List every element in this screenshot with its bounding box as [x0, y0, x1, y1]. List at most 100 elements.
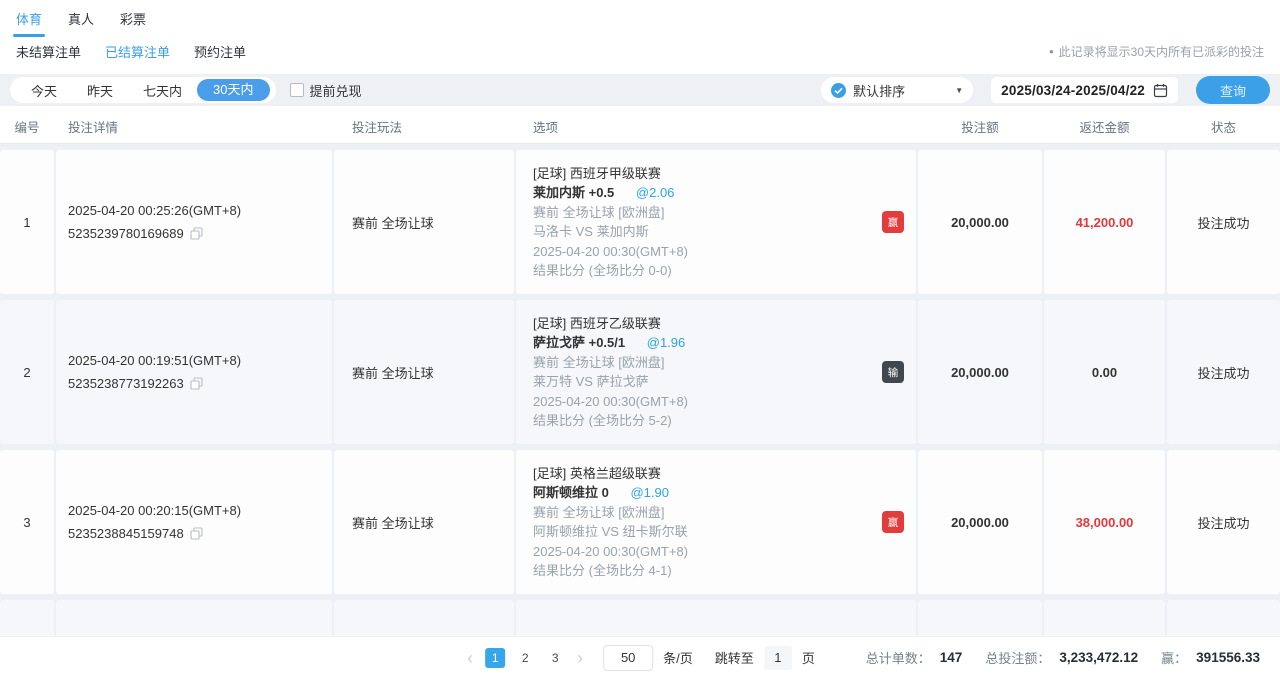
pick-selection: 阿斯顿维拉 0 — [533, 485, 609, 500]
total-win-value: 391556.33 — [1196, 650, 1260, 665]
market-info: 赛前 全场让球 [欧洲盘] — [533, 203, 916, 223]
search-button[interactable]: 查询 — [1196, 76, 1270, 104]
sub-tab-bar: 未结算注单 已结算注单 预约注单 • 此记录将显示30天内所有已派彩的投注 — [0, 36, 1280, 66]
record-note: • 此记录将显示30天内所有已派彩的投注 — [1049, 43, 1264, 60]
date-range-value: 2025/03/24-2025/04/22 — [1001, 83, 1145, 98]
pick-selection: 萨拉戈萨 +0.5/1 — [533, 335, 625, 350]
page-button-1[interactable]: 1 — [485, 648, 505, 668]
bet-status: 投注成功 — [1167, 300, 1280, 444]
tab-settled-bets[interactable]: 已结算注单 — [105, 42, 170, 61]
tab-lottery[interactable]: 彩票 — [120, 9, 146, 28]
header-number: 编号 — [0, 117, 54, 136]
bet-details-cell: 2025-04-20 00:19:51(GMT+8) 5235238773192… — [56, 300, 332, 444]
bet-option-cell: [足球] 德国甲级联赛 — [516, 600, 916, 636]
filter-7days[interactable]: 七天内 — [128, 81, 197, 100]
league-name: [足球] 西班牙乙级联赛 — [533, 314, 916, 334]
page-button-3[interactable]: 3 — [545, 648, 565, 668]
result-badge: 输 — [882, 361, 904, 383]
footer-bar: ‹ 1 2 3 › 50 条/页 跳转至 1 页 总计单数： 147 总投注额：… — [0, 636, 1280, 674]
league-name: [足球] 英格兰超级联赛 — [533, 464, 916, 484]
odds-value: @2.06 — [636, 185, 675, 200]
odds-value: @1.96 — [647, 335, 686, 350]
match-time: 2025-04-20 00:30(GMT+8) — [533, 542, 916, 562]
filter-today[interactable]: 今天 — [16, 81, 72, 100]
odds-value: @1.90 — [630, 485, 669, 500]
filter-30days[interactable]: 30天内 — [197, 79, 269, 101]
bet-status — [1167, 600, 1280, 636]
bet-play-cell — [334, 600, 514, 636]
pick-selection: 莱加内斯 +0.5 — [533, 185, 614, 200]
table-header: 编号 投注详情 投注玩法 选项 投注额 返还金额 状态 — [0, 110, 1280, 144]
total-count-label: 总计单数： — [866, 648, 931, 667]
cashout-checkbox[interactable] — [290, 83, 304, 97]
copy-icon[interactable] — [190, 527, 203, 540]
per-page-label: 条/页 — [663, 648, 693, 667]
bet-time: 2025-04-20 00:20:15(GMT+8) — [68, 499, 332, 522]
result-badge: 赢 — [882, 511, 904, 533]
copy-icon[interactable] — [190, 227, 203, 240]
result-score: 结果比分 (全场比分 4-1) — [533, 561, 916, 581]
next-page-icon[interactable]: › — [575, 649, 585, 667]
bet-details-cell — [56, 600, 332, 636]
pagination: ‹ 1 2 3 › 50 条/页 跳转至 1 页 — [465, 645, 815, 671]
tab-sports[interactable]: 体育 — [16, 9, 42, 28]
table-row: 2 2025-04-20 00:19:51(GMT+8) 52352387731… — [0, 300, 1280, 444]
filter-yesterday[interactable]: 昨天 — [72, 81, 128, 100]
page-button-2[interactable]: 2 — [515, 648, 535, 668]
header-bet-play: 投注玩法 — [334, 117, 514, 136]
bet-status: 投注成功 — [1167, 150, 1280, 294]
tab-unsettled-bets[interactable]: 未结算注单 — [16, 42, 81, 61]
total-win-label: 赢： — [1161, 648, 1187, 667]
date-range-picker[interactable]: 2025/03/24-2025/04/22 — [991, 77, 1178, 103]
bet-option-cell: [足球] 英格兰超级联赛 阿斯顿维拉 0 @1.90 赛前 全场让球 [欧洲盘]… — [516, 450, 916, 594]
match-teams: 阿斯顿维拉 VS 纽卡斯尔联 — [533, 522, 916, 542]
stake-amount — [918, 600, 1042, 636]
row-number: 3 — [0, 450, 54, 594]
header-stake: 投注额 — [918, 117, 1042, 136]
sort-dropdown-label: 默认排序 — [853, 81, 948, 100]
market-info: 赛前 全场让球 [欧洲盘] — [533, 503, 916, 523]
bet-id: 5235238773192263 — [68, 372, 184, 395]
bet-details-cell: 2025-04-20 00:20:15(GMT+8) 5235238845159… — [56, 450, 332, 594]
note-text: 此记录将显示30天内所有已派彩的投注 — [1059, 43, 1264, 60]
stake-amount: 20,000.00 — [918, 450, 1042, 594]
prev-page-icon[interactable]: ‹ — [465, 649, 475, 667]
bet-status: 投注成功 — [1167, 450, 1280, 594]
bet-id: 5235239780169689 — [68, 222, 184, 245]
bet-option-cell: [足球] 西班牙乙级联赛 萨拉戈萨 +0.5/1 @1.96 赛前 全场让球 [… — [516, 300, 916, 444]
bet-play-cell: 赛前 全场让球 — [334, 150, 514, 294]
filter-bar: 今天 昨天 七天内 30天内 提前兑现 默认排序 ▼ 2025/03/24-20… — [0, 74, 1280, 106]
bet-play-cell: 赛前 全场让球 — [334, 450, 514, 594]
header-status: 状态 — [1167, 117, 1280, 136]
tab-reserved-bets[interactable]: 预约注单 — [194, 42, 246, 61]
copy-icon[interactable] — [190, 377, 203, 390]
jump-page-input[interactable]: 1 — [764, 646, 792, 670]
league-name: [足球] 西班牙甲级联赛 — [533, 164, 916, 184]
payout-amount — [1044, 600, 1165, 636]
header-option: 选项 — [516, 117, 916, 136]
sort-dropdown[interactable]: 默认排序 ▼ — [821, 77, 973, 103]
table-row: [足球] 德国甲级联赛 — [0, 600, 1280, 636]
result-score: 结果比分 (全场比分 5-2) — [533, 411, 916, 431]
check-circle-icon — [831, 83, 846, 98]
bet-time: 2025-04-20 00:19:51(GMT+8) — [68, 349, 332, 372]
table-body: 1 2025-04-20 00:25:26(GMT+8) 52352397801… — [0, 144, 1280, 636]
table-row: 1 2025-04-20 00:25:26(GMT+8) 52352397801… — [0, 150, 1280, 294]
main-tab-bar: 体育 真人 彩票 — [0, 0, 1280, 36]
market-info: 赛前 全场让球 [欧洲盘] — [533, 353, 916, 373]
note-bullet-icon: • — [1049, 44, 1054, 59]
stake-amount: 20,000.00 — [918, 300, 1042, 444]
payout-amount: 41,200.00 — [1044, 150, 1165, 294]
tab-live[interactable]: 真人 — [68, 9, 94, 28]
table-row: 3 2025-04-20 00:20:15(GMT+8) 52352388451… — [0, 450, 1280, 594]
bet-id: 5235238845159748 — [68, 522, 184, 545]
cashout-checkbox-label[interactable]: 提前兑现 — [310, 81, 362, 100]
total-stake-label: 总投注额： — [985, 648, 1050, 667]
match-teams: 马洛卡 VS 莱加内斯 — [533, 222, 916, 242]
result-score: 结果比分 (全场比分 0-0) — [533, 261, 916, 281]
date-quick-filter-group: 今天 昨天 七天内 30天内 — [10, 77, 276, 103]
stake-amount: 20,000.00 — [918, 150, 1042, 294]
page-size-input[interactable]: 50 — [603, 645, 653, 671]
payout-amount: 0.00 — [1044, 300, 1165, 444]
page-unit-label: 页 — [802, 648, 815, 667]
